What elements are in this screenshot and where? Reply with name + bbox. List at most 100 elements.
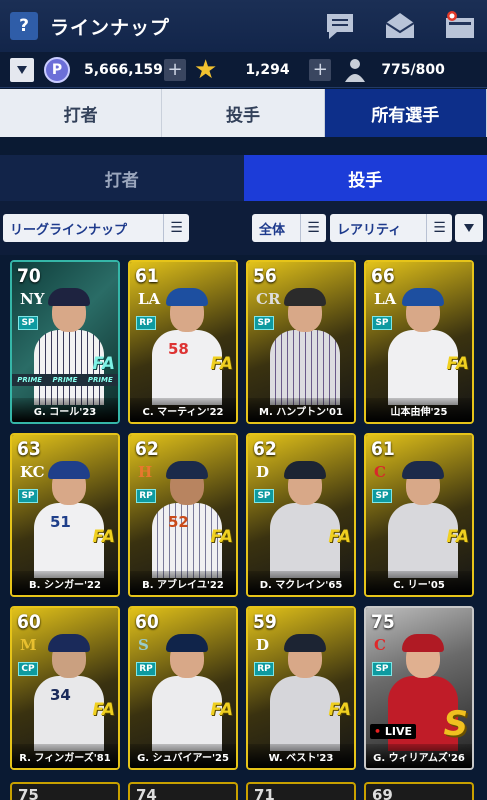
team-logo-icon: M	[20, 636, 37, 654]
jersey-number: 34	[50, 686, 71, 704]
card-rating: 69	[372, 786, 393, 800]
player-card[interactable]: 66 LA SP FA 山本由伸'25	[364, 260, 474, 424]
league-lineup-filter[interactable]: リーグラインナップ ☰	[3, 214, 189, 242]
roster-count: 775/800	[381, 61, 445, 78]
fa-badge: FA	[92, 354, 115, 374]
position-badge: SP	[18, 316, 38, 330]
player-card[interactable]: 75 C SP • LIVE S G. ウィリアムズ'26	[364, 606, 474, 770]
player-photo	[270, 280, 340, 405]
jersey-number: 51	[50, 513, 71, 531]
jersey-number: 58	[168, 340, 189, 358]
rarity-label: レアリティ	[337, 222, 402, 238]
card-rating: 59	[253, 611, 277, 633]
team-logo-icon: CR	[256, 290, 281, 308]
menu-icon: ☰	[300, 214, 326, 242]
card-rating: 75	[371, 611, 395, 633]
add-stars-button[interactable]: +	[309, 58, 332, 81]
player-card[interactable]: 62 D SP FA D. マクレイン'65	[246, 433, 356, 597]
subtab-batters[interactable]: 打者	[0, 155, 244, 201]
player-card[interactable]: 61 C SP FA C. リー'05	[364, 433, 474, 597]
position-badge: RP	[136, 662, 156, 676]
card-rating: 70	[17, 265, 41, 287]
chat-icon[interactable]	[323, 10, 357, 42]
player-card[interactable]: 69	[364, 782, 474, 800]
position-badge: SP	[372, 662, 392, 676]
team-logo-icon: NY	[20, 290, 45, 308]
sub-tabs: 打者 投手	[0, 155, 487, 201]
help-button[interactable]: ?	[10, 12, 38, 40]
player-name: C. マーティン'22	[130, 398, 236, 422]
player-card[interactable]: 56 CR SP M. ハンプトン'01	[246, 260, 356, 424]
chevron-down-icon	[17, 65, 27, 74]
points-value: 5,666,159	[84, 61, 163, 78]
player-photo	[152, 626, 222, 751]
card-rating: 63	[17, 438, 41, 460]
position-badge: CP	[18, 662, 38, 676]
player-name: M. ハンプトン'01	[248, 398, 354, 422]
player-name: G. ウィリアムズ'26	[366, 744, 472, 768]
position-badge: RP	[136, 489, 156, 503]
team-logo-icon: KC	[20, 463, 45, 481]
roster-icon	[341, 56, 369, 84]
tab-batters[interactable]: 打者	[0, 89, 163, 137]
card-rating: 61	[371, 438, 395, 460]
position-badge: RP	[136, 316, 156, 330]
team-logo-icon: LA	[138, 290, 161, 308]
player-card[interactable]: 59 D RP FA W. ベスト'23	[246, 606, 356, 770]
player-card[interactable]: 60 S RP FA G. シュバイアー'25	[128, 606, 238, 770]
card-rating: 62	[135, 438, 159, 460]
fa-badge: FA	[210, 700, 233, 720]
player-card[interactable]: 52 62 H RP FA B. アブレイユ'22	[128, 433, 238, 597]
player-card[interactable]: PRIME PRIME PRIME 70 NY SP FA G. コール'23	[10, 260, 120, 424]
player-photo	[388, 453, 458, 578]
card-rating: 66	[371, 265, 395, 287]
position-badge: SP	[372, 316, 392, 330]
fa-badge: FA	[92, 527, 115, 547]
grade-badge: S	[443, 704, 469, 744]
player-card[interactable]: 74	[128, 782, 238, 800]
team-logo-icon: H	[138, 463, 153, 481]
player-name: B. シンガー'22	[12, 571, 118, 595]
player-photo	[388, 280, 458, 405]
tab-pitchers[interactable]: 投手	[162, 89, 325, 137]
sort-order-button[interactable]	[455, 214, 483, 242]
subtab-pitchers[interactable]: 投手	[243, 155, 487, 201]
card-rating: 61	[135, 265, 159, 287]
player-name: W. ベスト'23	[248, 744, 354, 768]
player-card[interactable]: 51 63 KC SP FA B. シンガー'22	[10, 433, 120, 597]
player-card[interactable]: 58 61 LA RP FA C. マーティン'22	[128, 260, 238, 424]
tab-owned-players[interactable]: 所有選手	[324, 89, 487, 137]
rarity-filter[interactable]: レアリティ ☰	[330, 214, 452, 242]
player-photo	[270, 626, 340, 751]
position-badge: SP	[372, 489, 392, 503]
points-coin-icon: P	[44, 56, 70, 83]
player-card[interactable]: 34 60 M CP FA R. フィンガーズ'81	[10, 606, 120, 770]
team-logo-icon: S	[138, 636, 149, 654]
team-logo-icon: LA	[374, 290, 397, 308]
player-card-grid: PRIME PRIME PRIME 70 NY SP FA G. コール'23 58…	[0, 255, 487, 800]
card-rating: 75	[18, 786, 39, 800]
add-points-button[interactable]: +	[164, 58, 186, 81]
currency-bar: P 5,666,159 + ★ 1,294 + 775/800	[0, 52, 487, 88]
star-icon: ★	[194, 54, 218, 85]
menu-icon: ☰	[163, 214, 189, 242]
menu-icon: ☰	[426, 214, 452, 242]
player-name: R. フィンガーズ'81	[12, 744, 118, 768]
fa-badge: FA	[210, 527, 233, 547]
position-badge: SP	[254, 489, 274, 503]
scope-filter[interactable]: 全体 ☰	[252, 214, 326, 242]
player-card[interactable]: 71	[246, 782, 356, 800]
mail-icon[interactable]	[383, 10, 417, 42]
team-logo-icon: D	[256, 463, 270, 481]
position-badge: SP	[254, 316, 274, 330]
inbox-timer-icon[interactable]	[443, 10, 477, 42]
player-card[interactable]: 75	[10, 782, 120, 800]
fa-badge: FA	[92, 700, 115, 720]
spacer	[0, 137, 487, 155]
fa-badge: FA	[446, 354, 469, 374]
fa-badge: FA	[328, 700, 351, 720]
collapse-dropdown-button[interactable]	[10, 57, 34, 82]
card-rating: 60	[17, 611, 41, 633]
main-tabs: 打者 投手 所有選手	[0, 89, 487, 137]
player-name: G. シュバイアー'25	[130, 744, 236, 768]
